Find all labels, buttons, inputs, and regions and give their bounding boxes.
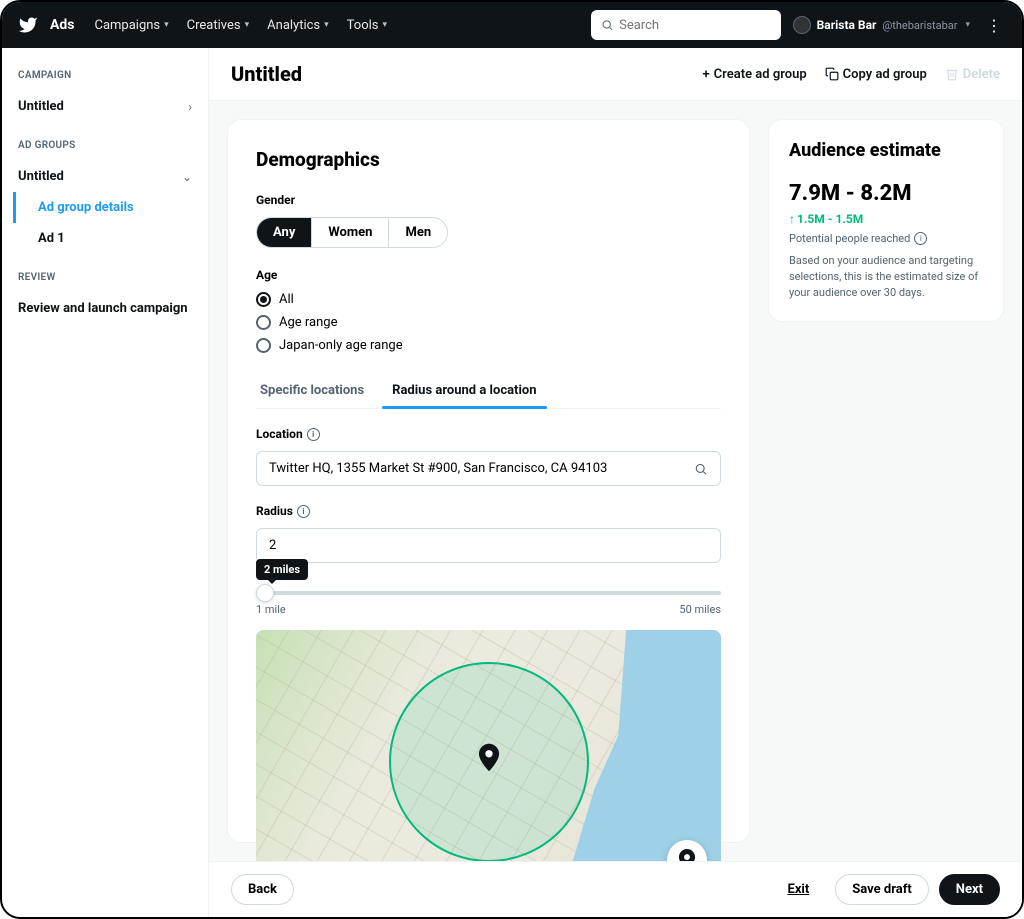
estimate-sublabel: Potential people reachedi (789, 232, 983, 245)
copy-ad-group-button[interactable]: Copy ad group (825, 67, 927, 82)
account-name: Barista Bar (817, 18, 877, 32)
delete-button: Delete (945, 67, 1000, 82)
chevron-down-icon: ▾ (383, 20, 388, 30)
demographics-card: Demographics Gender Any Women Men Age Al… (227, 119, 750, 843)
age-all[interactable]: All (256, 292, 721, 307)
location-label: Locationi (256, 427, 721, 441)
info-icon[interactable]: i (307, 428, 320, 441)
gender-segmented: Any Women Men (256, 217, 448, 248)
estimate-description: Based on your audience and targeting sel… (789, 253, 983, 301)
gender-men[interactable]: Men (389, 218, 447, 247)
save-draft-button[interactable]: Save draft (835, 874, 929, 905)
account-handle: @thebaristabar (882, 19, 957, 32)
radius-slider[interactable]: 2 miles (256, 591, 721, 595)
more-menu-icon[interactable]: ⋮ (982, 16, 1006, 35)
location-tabs: Specific locations Radius around a locat… (256, 373, 721, 409)
slider-tooltip: 2 miles (256, 559, 308, 580)
chevron-down-icon: ⌄ (182, 170, 192, 184)
chevron-down-icon: ▾ (324, 20, 329, 30)
map-preview[interactable] (256, 630, 721, 861)
sidebar-sub-adgroup-details[interactable]: Ad group details (13, 192, 208, 223)
sidebar-section-campaign: CAMPAIGN (2, 70, 208, 81)
sidebar-section-review: REVIEW (2, 272, 208, 283)
radius-label: Radiusi (256, 504, 721, 518)
location-input-wrap[interactable] (256, 451, 721, 486)
chevron-down-icon: ▾ (245, 20, 250, 30)
gender-women[interactable]: Women (312, 218, 389, 247)
nav-analytics[interactable]: Analytics▾ (267, 18, 329, 33)
map-pin-icon (478, 743, 500, 775)
estimate-heading: Audience estimate (789, 140, 983, 161)
exit-button[interactable]: Exit (772, 875, 826, 904)
sidebar-item-campaign[interactable]: Untitled › (2, 91, 208, 122)
age-label: Age (256, 268, 721, 282)
chevron-down-icon: ▾ (164, 20, 169, 30)
search-icon (694, 462, 708, 476)
trash-icon (945, 67, 959, 81)
arrow-up-icon: ↑ (789, 212, 795, 226)
sidebar-section-adgroups: AD GROUPS (2, 140, 208, 151)
brand-label: Ads (50, 17, 74, 33)
gender-any[interactable]: Any (257, 218, 312, 247)
page-header: Untitled +Create ad group Copy ad group … (209, 48, 1022, 101)
sidebar-item-review[interactable]: Review and launch campaign (2, 293, 208, 324)
page-title: Untitled (231, 62, 302, 86)
age-japan[interactable]: Japan-only age range (256, 338, 721, 353)
search-input[interactable] (619, 18, 771, 33)
chevron-down-icon: ▾ (965, 20, 970, 30)
age-range[interactable]: Age range (256, 315, 721, 330)
slider-thumb[interactable] (256, 584, 274, 602)
sidebar-item-adgroup[interactable]: Untitled ⌄ (2, 161, 208, 192)
next-button[interactable]: Next (939, 874, 1000, 905)
left-sidebar: CAMPAIGN Untitled › AD GROUPS Untitled ⌄… (2, 48, 209, 917)
age-radio-group: All Age range Japan-only age range (256, 292, 721, 353)
global-search[interactable] (591, 10, 781, 40)
avatar (793, 16, 811, 34)
estimate-value: 7.9M - 8.2M (789, 181, 912, 206)
estimate-delta: ↑1.5M - 1.5M (789, 212, 863, 226)
radius-input-wrap[interactable] (256, 528, 721, 563)
tab-radius[interactable]: Radius around a location (388, 373, 540, 408)
radius-input[interactable] (269, 538, 708, 553)
top-nav: Campaigns▾ Creatives▾ Analytics▾ Tools▾ (94, 18, 387, 33)
create-ad-group-button[interactable]: +Create ad group (703, 67, 807, 82)
page-footer: Back Exit Save draft Next (209, 861, 1022, 917)
location-input[interactable] (269, 461, 694, 476)
tab-specific-locations[interactable]: Specific locations (256, 373, 368, 408)
info-icon[interactable]: i (297, 505, 310, 518)
copy-icon (825, 67, 839, 81)
nav-campaigns[interactable]: Campaigns▾ (94, 18, 168, 33)
audience-estimate-card: Audience estimate 7.9M - 8.2M ↑1.5M - 1.… (768, 119, 1004, 322)
search-icon (601, 18, 613, 32)
twitter-logo-icon (18, 15, 38, 35)
nav-tools[interactable]: Tools▾ (347, 18, 387, 33)
info-icon[interactable]: i (914, 232, 927, 245)
slider-range-labels: 1 mile 50 miles (256, 603, 721, 616)
nav-creatives[interactable]: Creatives▾ (187, 18, 249, 33)
sidebar-sub-ad1[interactable]: Ad 1 (30, 223, 208, 254)
chevron-right-icon: › (188, 100, 192, 114)
account-switcher[interactable]: Barista Bar @thebaristabar ▾ (793, 16, 970, 34)
plus-icon: + (703, 67, 710, 82)
gender-label: Gender (256, 193, 721, 207)
back-button[interactable]: Back (231, 874, 294, 905)
topbar: Ads Campaigns▾ Creatives▾ Analytics▾ Too… (2, 2, 1022, 48)
demographics-heading: Demographics (256, 148, 721, 171)
